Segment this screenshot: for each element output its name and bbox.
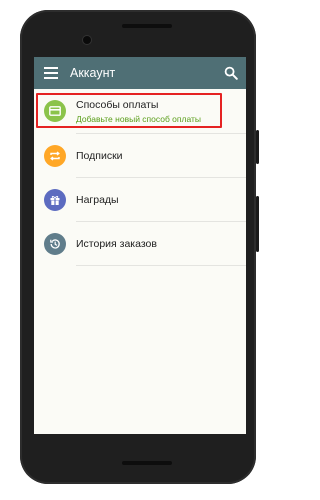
item-title-rewards: Награды [76, 194, 119, 206]
item-title-order-history: История заказов [76, 238, 157, 250]
volume-button [256, 196, 259, 252]
bottom-speaker [122, 461, 172, 465]
item-title-subscriptions: Подписки [76, 150, 123, 162]
app-screen: Аккаунт Способы оплаты Добавьте новый сп… [34, 57, 246, 434]
power-button [256, 130, 259, 164]
app-bar-title: Аккаунт [70, 66, 116, 80]
history-icon [44, 233, 66, 255]
gift-icon [44, 189, 66, 211]
list-item-rewards[interactable]: Награды [34, 178, 246, 222]
divider [76, 265, 246, 266]
menu-icon[interactable] [44, 67, 58, 79]
app-bar: Аккаунт [34, 57, 246, 89]
list-item-subscriptions[interactable]: Подписки [34, 134, 246, 178]
list-item-order-history[interactable]: История заказов [34, 222, 246, 266]
search-icon[interactable] [224, 66, 238, 80]
highlight-box [36, 93, 222, 128]
front-camera [83, 36, 91, 44]
top-speaker [122, 24, 172, 28]
repeat-icon [44, 145, 66, 167]
